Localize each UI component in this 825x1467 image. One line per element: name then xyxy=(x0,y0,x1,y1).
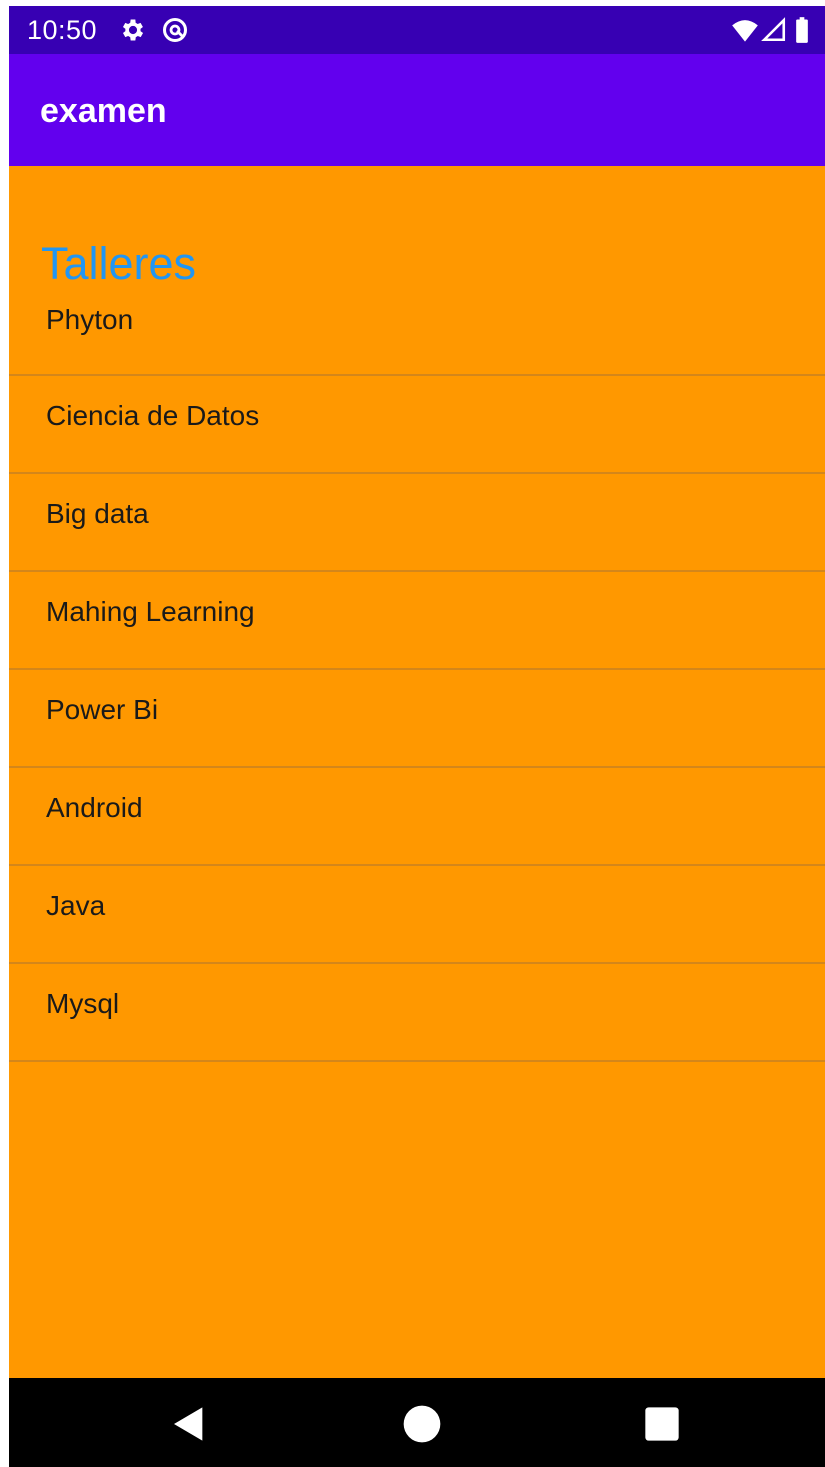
wifi-icon xyxy=(732,20,758,42)
device-screen: 10:50 examen Talleres Phyton Ciencia de … xyxy=(9,6,825,1467)
list-item-label: Mahing Learning xyxy=(46,596,255,627)
list-item[interactable]: Phyton xyxy=(9,276,825,376)
list-item[interactable]: Ciencia de Datos xyxy=(9,376,825,474)
navigation-bar xyxy=(9,1378,825,1467)
list-item[interactable]: Power Bi xyxy=(9,670,825,768)
list-item-label: Mysql xyxy=(46,988,120,1019)
main-content: Talleres Phyton Ciencia de Datos Big dat… xyxy=(9,166,825,1378)
app-bar: examen xyxy=(9,54,825,166)
list-item[interactable]: Mysql xyxy=(9,964,825,1062)
talleres-list: Phyton Ciencia de Datos Big data Mahing … xyxy=(9,276,825,1062)
recents-icon[interactable] xyxy=(642,1404,682,1444)
list-item-label: Android xyxy=(46,792,143,823)
at-sign-icon xyxy=(162,17,188,43)
battery-icon xyxy=(796,17,808,43)
list-item[interactable]: Big data xyxy=(9,474,825,572)
list-item[interactable]: Android xyxy=(9,768,825,866)
list-item[interactable]: Java xyxy=(9,866,825,964)
status-time: 10:50 xyxy=(27,15,98,45)
back-icon[interactable] xyxy=(169,1404,209,1444)
cellular-signal-icon xyxy=(761,17,786,42)
settings-icon xyxy=(122,19,144,41)
list-item-label: Java xyxy=(46,890,106,921)
list-item-label: Power Bi xyxy=(46,694,159,725)
home-icon[interactable] xyxy=(402,1404,442,1444)
status-bar: 10:50 xyxy=(9,6,825,54)
app-title: examen xyxy=(40,92,167,130)
list-item[interactable]: Mahing Learning xyxy=(9,572,825,670)
list-item-label: Ciencia de Datos xyxy=(46,400,260,431)
list-item-label: Big data xyxy=(46,498,149,529)
list-item-label: Phyton xyxy=(46,304,134,335)
